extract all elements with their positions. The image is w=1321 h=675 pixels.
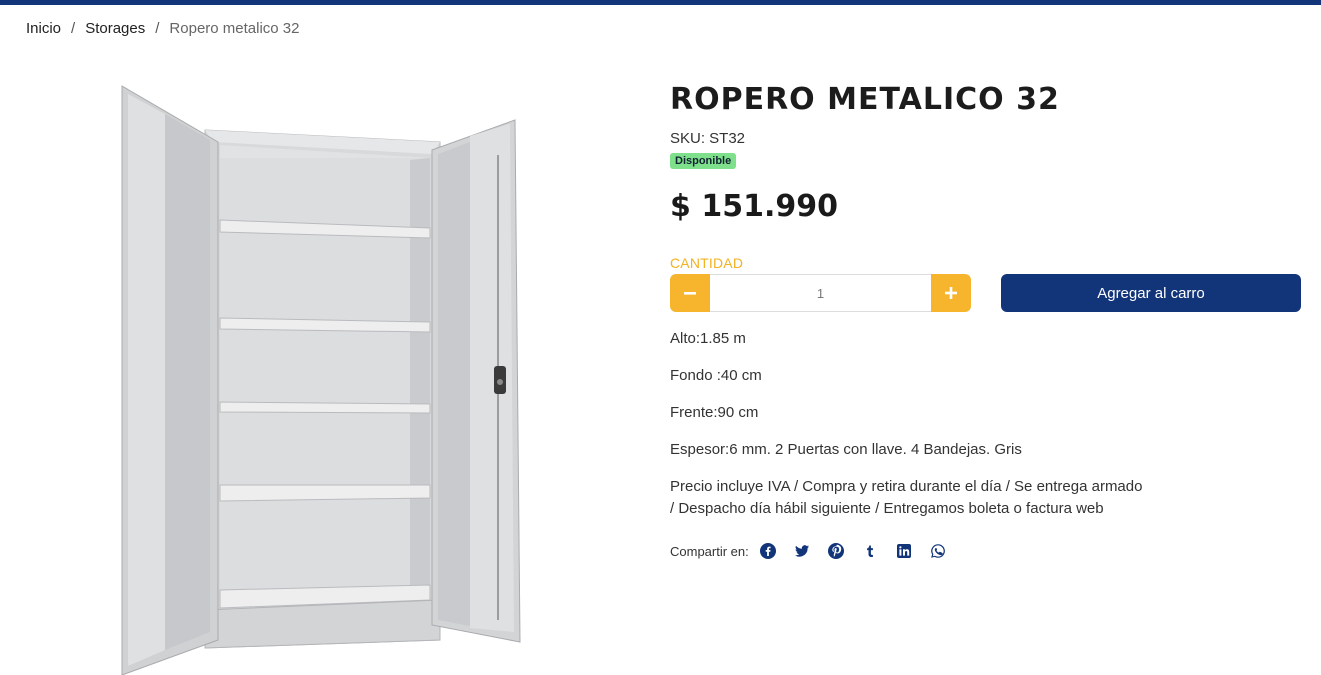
spec-depth: Fondo :40 cm <box>670 367 762 384</box>
facebook-icon[interactable] <box>759 542 777 560</box>
whatsapp-icon[interactable] <box>929 542 947 560</box>
product-title: ROPERO METALICO 32 <box>670 82 1060 117</box>
plus-icon <box>945 287 957 299</box>
breadcrumb-separator: / <box>71 20 76 37</box>
top-accent-bar <box>0 0 1321 5</box>
product-specs: Alto:1.85 m Fondo :40 cm Frente:90 cm Es… <box>670 328 1150 535</box>
product-sku: SKU: ST32 <box>670 130 746 147</box>
twitter-icon[interactable] <box>793 542 811 560</box>
breadcrumb: Inicio / Storages / Ropero metalico 32 <box>26 20 300 37</box>
spec-width: Frente:90 cm <box>670 404 759 421</box>
product-info: ROPERO METALICO 32 SKU: ST32 Disponible … <box>670 80 1310 559</box>
breadcrumb-separator: / <box>155 20 160 37</box>
increase-quantity-button[interactable] <box>931 274 971 312</box>
product-image[interactable] <box>110 80 530 675</box>
decrease-quantity-button[interactable] <box>670 274 710 312</box>
linkedin-icon[interactable] <box>895 542 913 560</box>
breadcrumb-storages-link[interactable]: Storages <box>85 20 145 37</box>
tumblr-icon[interactable] <box>861 542 879 560</box>
purchase-notes: Precio incluye IVA / Compra y retira dur… <box>670 478 1143 517</box>
share-label: Compartir en: <box>670 543 749 559</box>
spec-details: Espesor:6 mm. 2 Puertas con llave. 4 Ban… <box>670 441 1022 458</box>
availability-badge: Disponible <box>670 153 737 169</box>
quantity-stepper <box>670 274 971 312</box>
add-to-cart-button[interactable]: Agregar al carro <box>1001 274 1301 312</box>
breadcrumb-current: Ropero metalico 32 <box>169 20 300 37</box>
share-bar: Compartir en: <box>670 542 963 560</box>
metal-cabinet-illustration <box>121 85 521 675</box>
quantity-label: CANTIDAD <box>670 255 744 271</box>
minus-icon <box>684 292 696 295</box>
pinterest-icon[interactable] <box>827 542 845 560</box>
quantity-input[interactable] <box>710 274 931 312</box>
product-price: $ 151.990 <box>670 189 838 224</box>
spec-height: Alto:1.85 m <box>670 330 746 347</box>
breadcrumb-home-link[interactable]: Inicio <box>26 20 61 37</box>
